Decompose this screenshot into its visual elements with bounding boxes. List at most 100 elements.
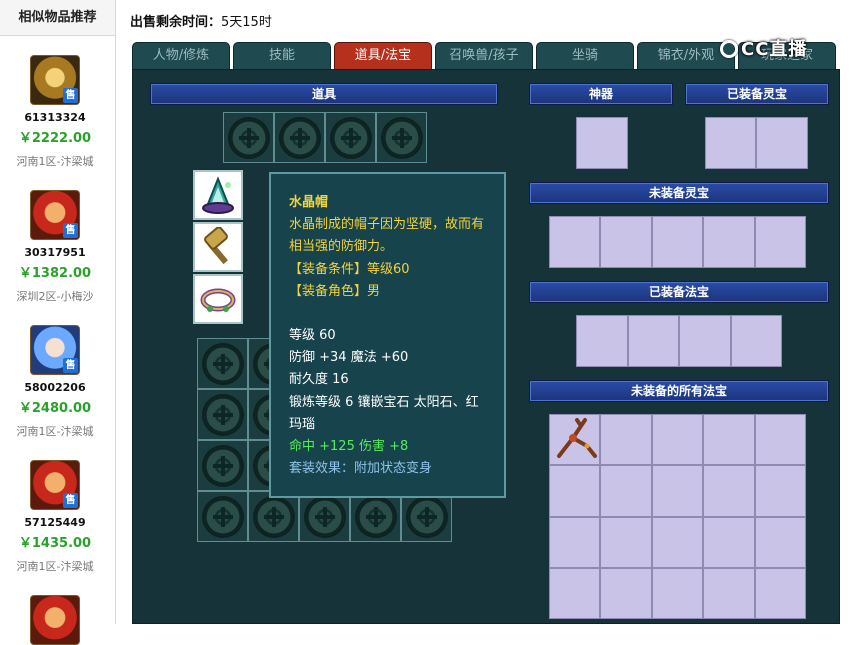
spirit-slot[interactable] bbox=[600, 216, 652, 268]
circle-emblem-icon bbox=[203, 497, 242, 536]
magic-slot[interactable] bbox=[600, 414, 652, 466]
similar-items-sidebar: 相似物品推荐 售 61313324 ￥2222.00 河南1区-汴梁城 售 30… bbox=[0, 0, 116, 645]
magic-slot[interactable] bbox=[600, 516, 652, 568]
magic-slot[interactable] bbox=[703, 465, 755, 517]
magic-slot[interactable] bbox=[754, 414, 806, 466]
magic-slot[interactable] bbox=[703, 567, 755, 619]
magic-slot[interactable] bbox=[627, 315, 679, 367]
artifact-section-header: 神器 bbox=[529, 83, 673, 105]
tab-character[interactable]: 人物/修炼 bbox=[132, 42, 230, 70]
magic-slot[interactable] bbox=[703, 414, 755, 466]
magic-slot[interactable] bbox=[600, 567, 652, 619]
item-price: ￥1435.00 bbox=[18, 536, 92, 551]
item-slot[interactable] bbox=[223, 112, 274, 163]
magic-slot[interactable] bbox=[651, 414, 704, 466]
inventory-slot[interactable] bbox=[197, 440, 248, 491]
character-avatar[interactable] bbox=[30, 595, 80, 645]
spirit-slot[interactable] bbox=[754, 216, 806, 268]
magic-slot[interactable] bbox=[600, 465, 652, 517]
tooltip-bonus: 命中 +125 伤害 +8 bbox=[289, 439, 409, 455]
inventory-slot[interactable] bbox=[197, 491, 248, 542]
similar-item-card[interactable]: 售 61313324 ￥2222.00 河南1区-汴梁城 bbox=[0, 55, 110, 169]
similar-item-card[interactable]: 售 58002206 ￥2480.00 河南1区-汴梁城 bbox=[0, 325, 110, 439]
tab-pets[interactable]: 召唤兽/孩子 bbox=[435, 42, 533, 70]
item-id: 30317951 bbox=[24, 246, 86, 259]
tooltip-role: 【装备角色】男 bbox=[289, 283, 381, 299]
spirit-slot[interactable] bbox=[756, 117, 808, 169]
item-id: 57125449 bbox=[24, 516, 86, 529]
magic-slot[interactable] bbox=[754, 567, 806, 619]
logo-text: CC直播 bbox=[741, 39, 808, 60]
character-avatar[interactable]: 售 bbox=[30, 190, 80, 240]
circle-emblem-icon bbox=[203, 344, 242, 383]
character-avatar[interactable]: 售 bbox=[30, 325, 80, 375]
magic-slot[interactable] bbox=[549, 414, 601, 466]
item-slot[interactable] bbox=[325, 112, 376, 163]
sell-badge: 售 bbox=[63, 223, 78, 238]
tab-items[interactable]: 道具/法宝 bbox=[334, 42, 432, 70]
inventory-slot[interactable] bbox=[248, 491, 299, 542]
equipped-magic-header: 已装备法宝 bbox=[529, 281, 829, 303]
item-slot[interactable] bbox=[376, 112, 427, 163]
circle-emblem-icon bbox=[280, 118, 319, 157]
magic-slot[interactable] bbox=[679, 315, 731, 367]
circle-emblem-icon bbox=[305, 497, 344, 536]
artifact-slot[interactable] bbox=[576, 117, 628, 169]
character-avatar[interactable]: 售 bbox=[30, 460, 80, 510]
magic-slot[interactable] bbox=[730, 315, 782, 367]
tooltip-requirement: 【装备条件】等级60 bbox=[289, 261, 410, 277]
sell-badge: 售 bbox=[63, 493, 78, 508]
inventory-slot[interactable] bbox=[197, 338, 248, 389]
unequipped-spirit-header: 未装备灵宝 bbox=[529, 182, 829, 204]
sale-time-remaining: 出售剩余时间：5天15时 bbox=[130, 11, 272, 30]
magic-slot[interactable] bbox=[549, 516, 601, 568]
magic-slot[interactable] bbox=[576, 315, 628, 367]
item-server: 河南1区-汴梁城 bbox=[16, 560, 94, 573]
magic-slot[interactable] bbox=[703, 516, 755, 568]
tab-mounts[interactable]: 坐骑 bbox=[536, 42, 634, 70]
circle-emblem-icon bbox=[356, 497, 395, 536]
tooltip-defense: 防御 +34 魔法 +60 bbox=[289, 350, 409, 366]
circle-emblem-icon bbox=[203, 395, 242, 434]
artifact-slots bbox=[576, 117, 628, 169]
circle-emblem-icon bbox=[254, 497, 293, 536]
item-server: 河南1区-汴梁城 bbox=[16, 425, 94, 438]
spirit-slot[interactable] bbox=[651, 216, 704, 268]
item-slot[interactable] bbox=[274, 112, 325, 163]
item-id: 61313324 bbox=[24, 111, 86, 124]
main-panel: 出售剩余时间：5天15时 人物/修炼 技能 道具/法宝 召唤兽/孩子 坐骑 锦衣… bbox=[116, 0, 860, 624]
magic-slot[interactable] bbox=[651, 567, 704, 619]
magic-slot[interactable] bbox=[549, 465, 601, 517]
magic-slot[interactable] bbox=[754, 516, 806, 568]
spirit-slot[interactable] bbox=[703, 216, 755, 268]
tooltip-set-effect: 套装效果：附加状态变身 bbox=[289, 461, 433, 477]
spirit-slot[interactable] bbox=[705, 117, 756, 169]
inventory-slot[interactable] bbox=[401, 491, 452, 542]
tooltip-level: 等级 60 bbox=[289, 328, 336, 344]
tooltip-forge: 锻炼等级 6 镶嵌宝石 太阳石、红玛瑙 bbox=[289, 394, 479, 432]
equipped-item-hat[interactable] bbox=[193, 170, 243, 220]
item-server: 深圳2区-小梅沙 bbox=[16, 290, 94, 303]
tab-skills[interactable]: 技能 bbox=[233, 42, 331, 70]
circle-emblem-icon bbox=[331, 118, 370, 157]
character-avatar[interactable]: 售 bbox=[30, 55, 80, 105]
similar-item-card[interactable] bbox=[0, 595, 110, 645]
magic-slot[interactable] bbox=[651, 465, 704, 517]
circle-emblem-icon bbox=[203, 446, 242, 485]
tooltip-description: 水晶制成的帽子因为坚硬，故而有相当强的防御力。 bbox=[289, 217, 485, 255]
spirit-slot[interactable] bbox=[549, 216, 601, 268]
magic-slot[interactable] bbox=[651, 516, 704, 568]
magic-slot[interactable] bbox=[754, 465, 806, 517]
equipped-item-hammer[interactable] bbox=[193, 222, 243, 272]
unequipped-spirit-slots bbox=[549, 216, 806, 268]
inventory-slot[interactable] bbox=[197, 389, 248, 440]
item-price: ￥1382.00 bbox=[18, 266, 92, 281]
circle-emblem-icon bbox=[229, 118, 268, 157]
inventory-slot[interactable] bbox=[299, 491, 350, 542]
similar-item-card[interactable]: 售 57125449 ￥1435.00 河南1区-汴梁城 bbox=[0, 460, 110, 574]
inventory-slot[interactable] bbox=[350, 491, 401, 542]
magic-slot[interactable] bbox=[549, 567, 601, 619]
sell-badge: 售 bbox=[63, 358, 78, 373]
equipped-item-ring[interactable] bbox=[193, 274, 243, 324]
similar-item-card[interactable]: 售 30317951 ￥1382.00 深圳2区-小梅沙 bbox=[0, 190, 110, 304]
